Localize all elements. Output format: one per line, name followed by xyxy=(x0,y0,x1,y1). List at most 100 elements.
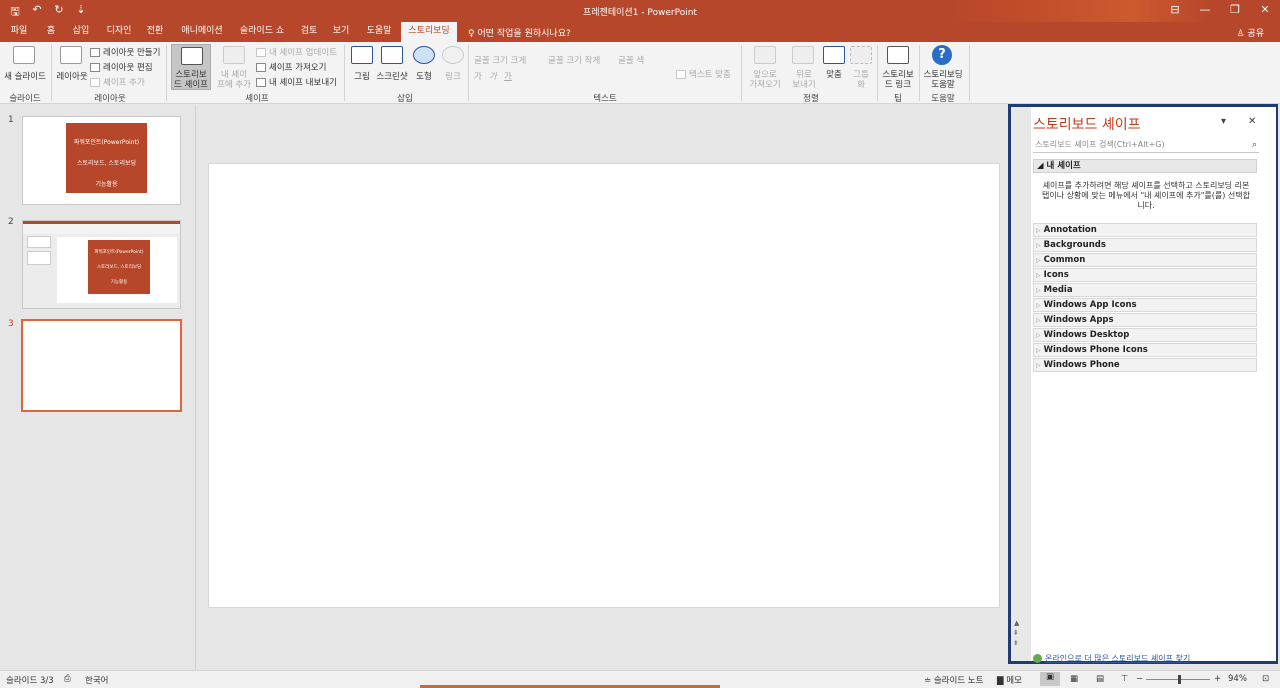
category-backgrounds[interactable]: ▷ Backgrounds xyxy=(1033,238,1257,252)
category-label: Windows Apps xyxy=(1043,315,1114,325)
bold-button[interactable]: 가 xyxy=(474,70,482,82)
pane-options-icon[interactable]: ▾ xyxy=(1221,116,1226,127)
layout-button[interactable]: 레이아웃 xyxy=(52,70,92,82)
tab-design[interactable]: 디자인 xyxy=(102,22,136,42)
group-objects-label-2[interactable]: 화 xyxy=(846,78,876,90)
zoom-out-button[interactable]: − xyxy=(1136,674,1143,684)
underline-button[interactable]: 가 xyxy=(504,70,512,82)
slide-sorter-icon[interactable]: ▦ xyxy=(1070,674,1078,684)
category-label: Media xyxy=(1043,285,1073,295)
slide-thumbnail-3[interactable] xyxy=(21,319,182,412)
tab-slideshow[interactable]: 슬라이드 쇼 xyxy=(234,22,290,42)
thumb-mini-slide xyxy=(27,236,51,248)
pane-title: 스토리보드 셰이프 xyxy=(1033,117,1141,133)
import-label: 셰이프 가져오기 xyxy=(269,63,327,73)
send-backward-label-2[interactable]: 보내기 xyxy=(784,78,824,90)
shapes-button[interactable]: 도형 xyxy=(409,70,439,82)
tab-review[interactable]: 검토 xyxy=(296,22,322,42)
picture-button[interactable]: 그림 xyxy=(347,70,377,82)
tab-animations[interactable]: 애니메이션 xyxy=(176,22,228,42)
title-box: 파워포인트(PowerPoint) 스토리보드, 스토리보딩 기능활용 xyxy=(88,240,150,294)
update-my-shapes-button[interactable]: 내 셰이프 업데이트 xyxy=(256,46,337,58)
link-button[interactable]: 링크 xyxy=(438,70,468,82)
zoom-in-button[interactable]: + xyxy=(1214,674,1221,684)
slide-thumbnail-2[interactable]: 파워포인트(PowerPoint) 스토리보드, 스토리보딩 기능활용 xyxy=(22,220,181,309)
category-annotation[interactable]: ▷ Annotation xyxy=(1033,223,1257,237)
new-slide-button[interactable]: 새 슬라이드 xyxy=(2,70,48,82)
find-more-shapes-online-link[interactable]: 온라인으로 더 많은 스토리보드 셰이프 찾기 xyxy=(1033,653,1190,664)
text-fit-button[interactable]: 텍스트 맞춤 xyxy=(676,68,731,80)
current-slide-canvas[interactable] xyxy=(208,163,1000,608)
category-icons[interactable]: ▷ Icons xyxy=(1033,268,1257,282)
expand-icon: ▷ xyxy=(1036,287,1041,294)
prev-slide-icon[interactable]: ⇞ xyxy=(1013,629,1019,637)
next-slide-icon[interactable]: ⇟ xyxy=(1013,639,1019,647)
tab-file[interactable]: 파일 xyxy=(6,22,32,42)
tab-view[interactable]: 보기 xyxy=(328,22,354,42)
search-icon[interactable]: ⌕ xyxy=(1252,138,1257,152)
normal-view-icon[interactable]: ▣ xyxy=(1040,672,1060,686)
thumb-ribbon xyxy=(23,224,180,234)
group-separator xyxy=(166,45,167,101)
add-to-my-shapes-label-2[interactable]: 프에 추가 xyxy=(214,78,254,90)
slide-thumbnail-1[interactable]: 파워포인트(PowerPoint) 스토리보드, 스토리보딩 기능활용 xyxy=(22,116,181,205)
zoom-level[interactable]: 94% xyxy=(1228,674,1247,684)
font-color-button[interactable]: 글꼴 색 xyxy=(618,54,644,66)
tell-me-search[interactable]: ♀ 어떤 작업을 원하시나요? xyxy=(468,26,571,39)
reading-view-icon[interactable]: ▤ xyxy=(1096,674,1104,684)
storyboard-shapes-pane: ▲ ⇞ ⇟ 스토리보드 셰이프 ▾ ✕ 스토리보드 셰이프 검색(Ctrl+Al… xyxy=(1008,104,1278,664)
export-shapes-button[interactable]: 내 셰이프 내보내기 xyxy=(256,76,337,88)
grow-font-button[interactable]: 글꼴 크기 크게 xyxy=(474,54,526,66)
window-controls: ⊟ — ❐ ✕ xyxy=(1160,0,1280,22)
import-shapes-button[interactable]: 셰이프 가져오기 xyxy=(256,61,326,73)
slideshow-view-icon[interactable]: ⊤ xyxy=(1121,674,1128,684)
bring-forward-label-2[interactable]: 가져오기 xyxy=(744,78,786,90)
align-button[interactable]: 맞춤 xyxy=(820,68,848,80)
category-label: Windows Desktop xyxy=(1043,330,1130,340)
thumb-line: 파워포인트(PowerPoint) xyxy=(94,250,144,255)
expand-icon: ▷ xyxy=(1036,347,1041,354)
close-button[interactable]: ✕ xyxy=(1250,0,1280,22)
category-windows-app-icons[interactable]: ▷ Windows App Icons xyxy=(1033,298,1257,312)
group-label-help: 도움말 xyxy=(931,94,955,104)
restore-button[interactable]: ❐ xyxy=(1220,0,1250,22)
tab-transitions[interactable]: 전환 xyxy=(142,22,168,42)
tab-insert[interactable]: 삽입 xyxy=(68,22,94,42)
tab-home[interactable]: 홈 xyxy=(40,22,62,42)
italic-button[interactable]: 가 xyxy=(489,70,497,82)
ribbon-display-options-button[interactable]: ⊟ xyxy=(1160,0,1190,22)
category-windows-apps[interactable]: ▷ Windows Apps xyxy=(1033,313,1257,327)
make-layout-icon xyxy=(90,48,100,57)
make-layout-button[interactable]: 레이아웃 만들기 xyxy=(90,46,160,58)
category-windows-desktop[interactable]: ▷ Windows Desktop xyxy=(1033,328,1257,342)
shrink-font-button[interactable]: 글꼴 크기 작게 xyxy=(548,54,600,66)
spelling-icon[interactable]: ⎙ xyxy=(64,674,71,684)
storyboarding-help-label-2[interactable]: 도움말 xyxy=(918,78,968,90)
add-to-my-shapes-icon xyxy=(223,46,245,64)
add-shape-button[interactable]: 셰이프 추가 xyxy=(90,76,145,88)
edit-layout-button[interactable]: 레이아웃 편집 xyxy=(90,61,153,73)
zoom-slider-handle[interactable] xyxy=(1178,675,1181,684)
group-separator xyxy=(969,45,970,101)
my-shapes-header[interactable]: ◢ 내 셰이프 xyxy=(1033,159,1257,173)
category-common[interactable]: ▷ Common xyxy=(1033,253,1257,267)
editor-scrollbar[interactable]: ▲ ⇞ ⇟ xyxy=(1011,107,1027,661)
shapes-search-input[interactable]: 스토리보드 셰이프 검색(Ctrl+Alt+G) ⌕ xyxy=(1033,138,1259,153)
tab-help[interactable]: 도움말 xyxy=(362,22,396,42)
add-shape-label: 셰이프 추가 xyxy=(103,78,145,88)
notes-button[interactable]: ≐ 슬라이드 노트 xyxy=(924,674,983,686)
thumb-mini-slide xyxy=(27,251,51,265)
pane-close-icon[interactable]: ✕ xyxy=(1248,116,1256,127)
category-media[interactable]: ▷ Media xyxy=(1033,283,1257,297)
storyboard-link-label-2[interactable]: 드 링크 xyxy=(878,78,918,90)
scroll-up-icon[interactable]: ▲ xyxy=(1014,619,1019,627)
tab-storyboarding[interactable]: 스토리보딩 xyxy=(401,22,457,42)
language-indicator[interactable]: 한국어 xyxy=(85,674,108,686)
comments-button[interactable]: ▇ 메모 xyxy=(997,674,1022,686)
category-windows-phone[interactable]: ▷ Windows Phone xyxy=(1033,358,1257,372)
share-button[interactable]: ♙ 공유 xyxy=(1237,26,1265,39)
category-windows-phone-icons[interactable]: ▷ Windows Phone Icons xyxy=(1033,343,1257,357)
minimize-button[interactable]: — xyxy=(1190,0,1220,22)
screenshot-button[interactable]: 스크린샷 xyxy=(374,70,410,82)
fit-to-window-icon[interactable]: ⊡ xyxy=(1262,674,1269,684)
